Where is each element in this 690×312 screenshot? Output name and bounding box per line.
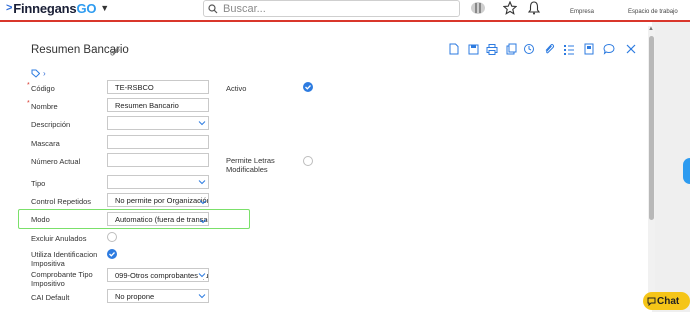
brand-logo[interactable]: > Finnegans GO ▼	[6, 0, 109, 16]
bell-icon[interactable]	[526, 0, 542, 16]
chevron-down-icon	[198, 294, 206, 299]
tag-icon[interactable]	[31, 69, 40, 78]
required-asterisk: *	[27, 82, 30, 89]
close-icon[interactable]	[625, 43, 637, 55]
utiliza-identificacion-checkbox[interactable]	[107, 249, 117, 259]
search-placeholder: Buscar...	[223, 2, 266, 15]
document-icon[interactable]	[583, 43, 595, 55]
numero-actual-input[interactable]	[107, 153, 209, 167]
chat-icon	[647, 297, 656, 306]
checklist-icon[interactable]	[563, 43, 575, 55]
control-repetidos-label: Control Repetidos	[31, 197, 92, 206]
modo-value: Automatico (fuera de transacc...	[115, 214, 208, 224]
brand-suffix: GO	[76, 0, 97, 16]
tag-row[interactable]: ›	[31, 69, 46, 78]
codigo-input[interactable]: TE-RSBCO	[107, 80, 209, 94]
excluir-anulados-label: Excluir Anulados	[31, 234, 87, 243]
modo-select[interactable]: Automatico (fuera de transacc...	[107, 212, 209, 226]
main-card	[0, 22, 652, 312]
chevron-down-icon	[198, 121, 206, 126]
check-icon	[109, 252, 115, 257]
chevron-down-icon	[198, 180, 206, 185]
side-help-tab[interactable]	[683, 158, 690, 184]
chevron-down-icon	[199, 219, 207, 224]
nombre-label: Nombre	[31, 102, 58, 111]
empresa-selector[interactable]	[554, 0, 570, 8]
link-icon[interactable]	[110, 44, 120, 62]
scrollbar-thumb[interactable]	[649, 36, 654, 220]
save-icon[interactable]	[467, 43, 479, 55]
print-icon[interactable]	[486, 43, 498, 55]
search-box[interactable]: Buscar...	[203, 0, 460, 17]
comment-icon[interactable]	[603, 43, 615, 55]
tag-chevron-icon[interactable]: ›	[43, 69, 46, 78]
caret-down-icon[interactable]: ▼	[100, 3, 109, 13]
activo-label: Activo	[226, 84, 247, 93]
tipo-select[interactable]	[107, 175, 209, 189]
empresa-label[interactable]: Empresa	[570, 9, 594, 15]
star-icon[interactable]	[502, 0, 518, 16]
chat-button[interactable]: Chat	[643, 292, 690, 310]
utiliza-identificacion-label: Utiliza Identificacion Impositiva	[31, 250, 98, 268]
permite-letras-checkbox[interactable]	[303, 156, 313, 166]
new-document-icon[interactable]	[448, 43, 460, 55]
tipo-label: Tipo	[31, 179, 46, 188]
attachment-icon[interactable]	[543, 43, 555, 55]
control-repetidos-select[interactable]: No permite por Organización	[107, 193, 209, 207]
comprobante-tipo-value: 099-Otros comprobantes qu	[115, 270, 209, 280]
cai-default-label: CAI Default	[31, 293, 70, 302]
comprobante-tipo-label: Comprobante Tipo Impositivo	[31, 270, 93, 288]
top-bar: > Finnegans GO ▼ Buscar... Empresa Espac…	[0, 0, 690, 22]
modo-label: Modo	[31, 215, 50, 224]
check-icon	[305, 85, 311, 90]
descripcion-select[interactable]	[107, 116, 209, 130]
activo-checkbox[interactable]	[303, 82, 313, 92]
cai-default-value: No propone	[115, 291, 155, 301]
copy-icon[interactable]	[505, 43, 517, 55]
chat-label: Chat	[657, 295, 680, 307]
mascara-label: Mascara	[31, 139, 60, 148]
chevron-down-icon	[198, 271, 206, 279]
espacio-trabajo-label[interactable]: Espacio de trabajo	[628, 9, 678, 15]
required-asterisk: *	[27, 100, 30, 107]
control-repetidos-value: No permite por Organización	[115, 195, 209, 205]
scroll-up-icon[interactable]: ▲	[648, 26, 654, 32]
brand-name: Finnegans	[13, 0, 77, 16]
mascara-input[interactable]	[107, 135, 209, 149]
brand-chevron-icon: >	[6, 2, 13, 14]
permite-letras-label: Permite Letras Modificables	[226, 156, 275, 174]
search-icon	[208, 3, 218, 13]
history-icon[interactable]	[523, 43, 535, 55]
codigo-label: Código	[31, 84, 55, 93]
cube-icon[interactable]	[470, 0, 486, 16]
comprobante-tipo-select[interactable]: 099-Otros comprobantes qu	[107, 268, 209, 282]
numero-actual-label: Número Actual	[31, 157, 81, 166]
excluir-anulados-checkbox[interactable]	[107, 232, 117, 242]
cai-default-select[interactable]: No propone	[107, 289, 209, 303]
descripcion-label: Descripción	[31, 120, 71, 129]
chevron-down-icon	[199, 200, 207, 205]
nombre-input[interactable]: Resumen Bancario	[107, 98, 209, 112]
